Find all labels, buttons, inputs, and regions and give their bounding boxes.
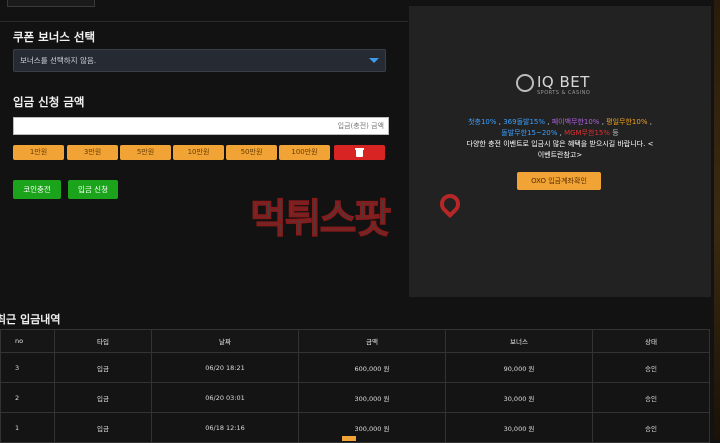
cell-date: 06/20 03:01 [151, 382, 299, 413]
cell-status: 승인 [592, 352, 710, 383]
map-pin-icon [435, 189, 465, 219]
promo-segment: 등 [610, 129, 619, 137]
cell-type: 입금 [54, 382, 152, 413]
divider [0, 21, 408, 22]
logo-name: IQ BET [537, 73, 590, 91]
logo-subtitle: SPORTS & CASINO [537, 90, 591, 96]
promo-segment: 369돌발15% [503, 118, 546, 126]
oxo-account-check-button[interactable]: OXO 입금계좌확인 [517, 172, 601, 190]
table-header-row: no 타입 날짜 금액 보너스 상태 [0, 329, 710, 353]
amount-button-500k[interactable]: 50만원 [226, 145, 277, 160]
promo-segment: 페이백무한10% [551, 118, 600, 126]
column-header-bonus: 보너스 [445, 329, 593, 353]
deposit-amount-input[interactable] [13, 117, 389, 135]
promo-segment: MGM무한15% [564, 129, 611, 137]
cell-bonus: 30,000 원 [445, 412, 593, 443]
column-header-date: 날짜 [151, 329, 299, 353]
amount-button-50k[interactable]: 5만원 [120, 145, 171, 160]
iqbet-logo: IQ BET SPORTS & CASINO [516, 73, 616, 96]
promo-line-3: 다양한 충전 이벤트로 입금시 많은 혜택을 받으시길 바랍니다. < [466, 140, 654, 148]
column-header-amount: 금액 [298, 329, 446, 353]
chevron-down-icon [369, 58, 379, 63]
deposit-section-title: 입금 신청 금액 [13, 95, 85, 109]
scroll-indicator[interactable] [342, 436, 356, 441]
amount-button-30k[interactable]: 3만원 [67, 145, 118, 160]
coupon-select-value: 보너스를 선택하지 않음. [20, 56, 97, 65]
column-header-status: 상태 [592, 329, 710, 353]
cell-amount: 300,000 원 [298, 382, 446, 413]
table-row: 2 입금 06/20 03:01 300,000 원 30,000 원 승인 [0, 382, 710, 413]
top-tab[interactable] [7, 0, 95, 7]
deposit-apply-button[interactable]: 입금 신청 [68, 180, 118, 199]
logo-ring-icon [516, 74, 534, 92]
cell-amount: 600,000 원 [298, 352, 446, 383]
cell-no: 2 [0, 382, 55, 413]
column-header-type: 타입 [54, 329, 152, 353]
cell-no: 3 [0, 352, 55, 383]
cell-date: 06/20 18:21 [151, 352, 299, 383]
deposit-history-table: no 타입 날짜 금액 보너스 상태 3 입금 06/20 18:21 600,… [0, 329, 710, 443]
promo-panel: IQ BET SPORTS & CASINO 첫충10% , 369돌발15% … [409, 6, 711, 297]
promo-line-4: 이벤트란참고> [537, 151, 583, 159]
promo-line-2: 돌발무한15~20% , MGM무한15% 등 [409, 128, 711, 138]
clear-amount-button[interactable] [334, 145, 385, 160]
promo-segment: 평일무한10% [606, 118, 648, 126]
cell-bonus: 90,000 원 [445, 352, 593, 383]
cell-no: 1 [0, 412, 55, 443]
column-header-no: no [0, 329, 55, 353]
amount-button-100k[interactable]: 10만원 [173, 145, 224, 160]
background-glow [714, 0, 720, 441]
watermark: 먹튀스팟 [249, 186, 480, 244]
table-row: 3 입금 06/20 18:21 600,000 원 90,000 원 승인 [0, 352, 710, 383]
cell-status: 승인 [592, 412, 710, 443]
promo-segment: , [545, 118, 552, 126]
trash-icon-body [356, 150, 363, 157]
watermark-text: 먹튀스팟 [249, 196, 391, 243]
amount-button-10k[interactable]: 1만원 [13, 145, 64, 160]
cell-date: 06/18 12:16 [151, 412, 299, 443]
amount-button-1m[interactable]: 100만원 [279, 145, 330, 160]
coupon-bonus-select[interactable]: 보너스를 선택하지 않음. [13, 49, 386, 72]
cell-status: 승인 [592, 382, 710, 413]
cell-type: 입금 [54, 412, 152, 443]
coin-charge-button[interactable]: 코인충전 [13, 180, 61, 199]
cell-bonus: 30,000 원 [445, 382, 593, 413]
coupon-section-title: 쿠폰 보너스 선택 [13, 30, 96, 44]
promo-segment: , [647, 118, 652, 126]
history-title: 최근 입금내역 [0, 313, 61, 326]
promo-line-1: 첫충10% , 369돌발15% , 페이백무한10% , 평일무한10% , [409, 117, 711, 127]
cell-amount: 300,000 원 [298, 412, 446, 443]
cell-type: 입금 [54, 352, 152, 383]
promo-segment: 돌발무한15~20% [501, 129, 558, 137]
promo-segment: 첫충10% [468, 118, 497, 126]
